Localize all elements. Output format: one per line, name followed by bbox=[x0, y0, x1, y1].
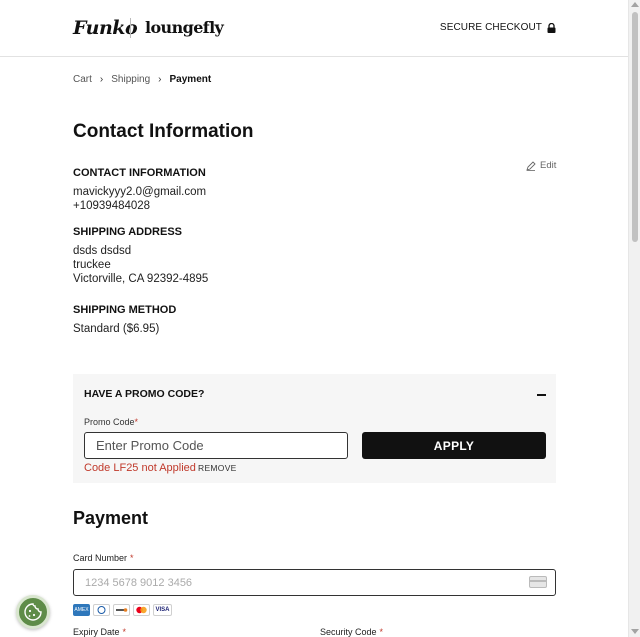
edit-button[interactable]: Edit bbox=[526, 160, 556, 171]
shipping-method-heading: SHIPPING METHOD bbox=[73, 304, 177, 316]
scrollbar-thumb[interactable] bbox=[632, 12, 638, 242]
promo-title[interactable]: HAVE A PROMO CODE? bbox=[84, 388, 204, 400]
chevron-right-icon: › bbox=[99, 74, 104, 85]
promo-code-input[interactable] bbox=[84, 432, 348, 459]
discover-icon bbox=[113, 604, 130, 616]
payment-title: Payment bbox=[73, 508, 149, 528]
card-number-label-text: Card Number bbox=[73, 553, 128, 563]
remove-promo-link[interactable]: REMOVE bbox=[198, 463, 237, 473]
visa-icon: VISA bbox=[153, 604, 172, 616]
apply-button[interactable]: APPLY bbox=[362, 432, 546, 459]
secure-checkout-indicator: SECURE CHECKOUT bbox=[440, 22, 556, 33]
cookie-settings-button[interactable] bbox=[16, 595, 50, 629]
card-brands: AMEX VISA bbox=[73, 604, 172, 616]
mastercard-icon bbox=[133, 604, 150, 616]
expiry-label-text: Expiry Date bbox=[73, 627, 120, 637]
amex-icon: AMEX bbox=[73, 604, 90, 616]
security-code-label: Security Code * bbox=[320, 627, 383, 637]
lock-icon bbox=[547, 22, 556, 33]
card-number-label: Card Number * bbox=[73, 553, 134, 563]
cookie-icon bbox=[24, 603, 42, 621]
contact-info-heading: CONTACT INFORMATION bbox=[73, 167, 206, 179]
breadcrumb: Cart › Shipping › Payment bbox=[73, 74, 211, 85]
expiry-date-label: Expiry Date * bbox=[73, 627, 126, 637]
contact-phone: +10939484028 bbox=[73, 200, 151, 212]
chevron-right-icon: › bbox=[158, 74, 162, 85]
contact-email: mavickyyy2.0@gmail.com bbox=[73, 186, 207, 198]
page-scrollbar[interactable] bbox=[628, 0, 640, 637]
address-line-2: truckee bbox=[73, 259, 111, 271]
funko-logo[interactable]: Funko bbox=[73, 17, 138, 39]
breadcrumb-shipping[interactable]: Shipping bbox=[111, 74, 150, 85]
scroll-up-arrow-icon[interactable] bbox=[631, 2, 639, 7]
credit-card-icon bbox=[529, 576, 547, 588]
security-label-text: Security Code bbox=[320, 627, 377, 637]
scroll-down-arrow-icon[interactable] bbox=[631, 629, 639, 634]
breadcrumb-cart[interactable]: Cart bbox=[73, 74, 92, 85]
page-title: Contact Information bbox=[73, 121, 254, 142]
required-mark: * bbox=[134, 417, 139, 427]
logo-divider bbox=[130, 18, 131, 38]
loungefly-logo[interactable]: loungefly bbox=[145, 18, 224, 37]
promo-code-label: Promo Code* bbox=[84, 417, 138, 427]
card-number-input[interactable] bbox=[73, 569, 556, 596]
address-line-1: dsds dsdsd bbox=[73, 245, 132, 257]
promo-label-text: Promo Code bbox=[84, 417, 135, 427]
site-header: Funko loungefly SECURE CHECKOUT bbox=[0, 0, 628, 57]
required-mark: * bbox=[122, 627, 127, 637]
secure-checkout-label: SECURE CHECKOUT bbox=[439, 22, 542, 33]
promo-error-message: Code LF25 not Applied bbox=[84, 462, 196, 474]
promo-code-panel: HAVE A PROMO CODE? Promo Code* APPLY Cod… bbox=[73, 374, 556, 483]
shipping-method-value: Standard ($6.95) bbox=[73, 323, 160, 335]
required-mark: * bbox=[379, 627, 384, 637]
edit-label: Edit bbox=[540, 160, 557, 171]
breadcrumb-payment: Payment bbox=[169, 74, 212, 85]
required-mark: * bbox=[130, 553, 134, 563]
address-line-3: Victorville, CA 92392-4895 bbox=[73, 273, 209, 285]
shipping-address-heading: SHIPPING ADDRESS bbox=[73, 226, 183, 238]
diners-club-icon bbox=[93, 604, 110, 616]
pencil-icon bbox=[526, 160, 536, 171]
collapse-minus-icon[interactable] bbox=[537, 394, 546, 396]
